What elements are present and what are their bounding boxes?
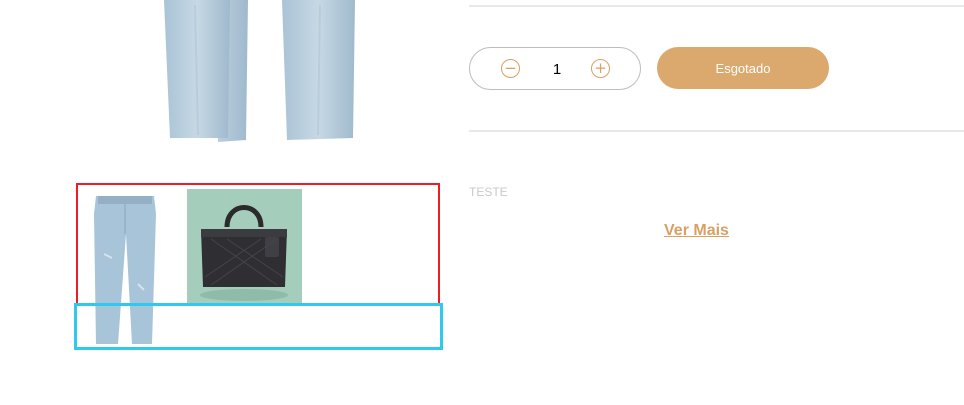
sold-out-button[interactable]: Esgotado bbox=[657, 47, 829, 89]
quantity-input[interactable] bbox=[540, 61, 574, 78]
minus-circle-icon[interactable]: − bbox=[501, 59, 520, 78]
main-product-image bbox=[164, 0, 355, 142]
plus-circle-icon[interactable]: + bbox=[591, 59, 610, 78]
thumbnail-navigation[interactable] bbox=[74, 303, 443, 350]
divider bbox=[469, 130, 964, 132]
quantity-stepper: − + bbox=[469, 47, 641, 90]
bag-image bbox=[200, 205, 288, 301]
see-more-link[interactable]: Ver Mais bbox=[664, 222, 729, 240]
product-description: TESTE bbox=[469, 185, 508, 199]
divider bbox=[469, 5, 964, 7]
thumbnail-bag[interactable] bbox=[187, 189, 302, 304]
